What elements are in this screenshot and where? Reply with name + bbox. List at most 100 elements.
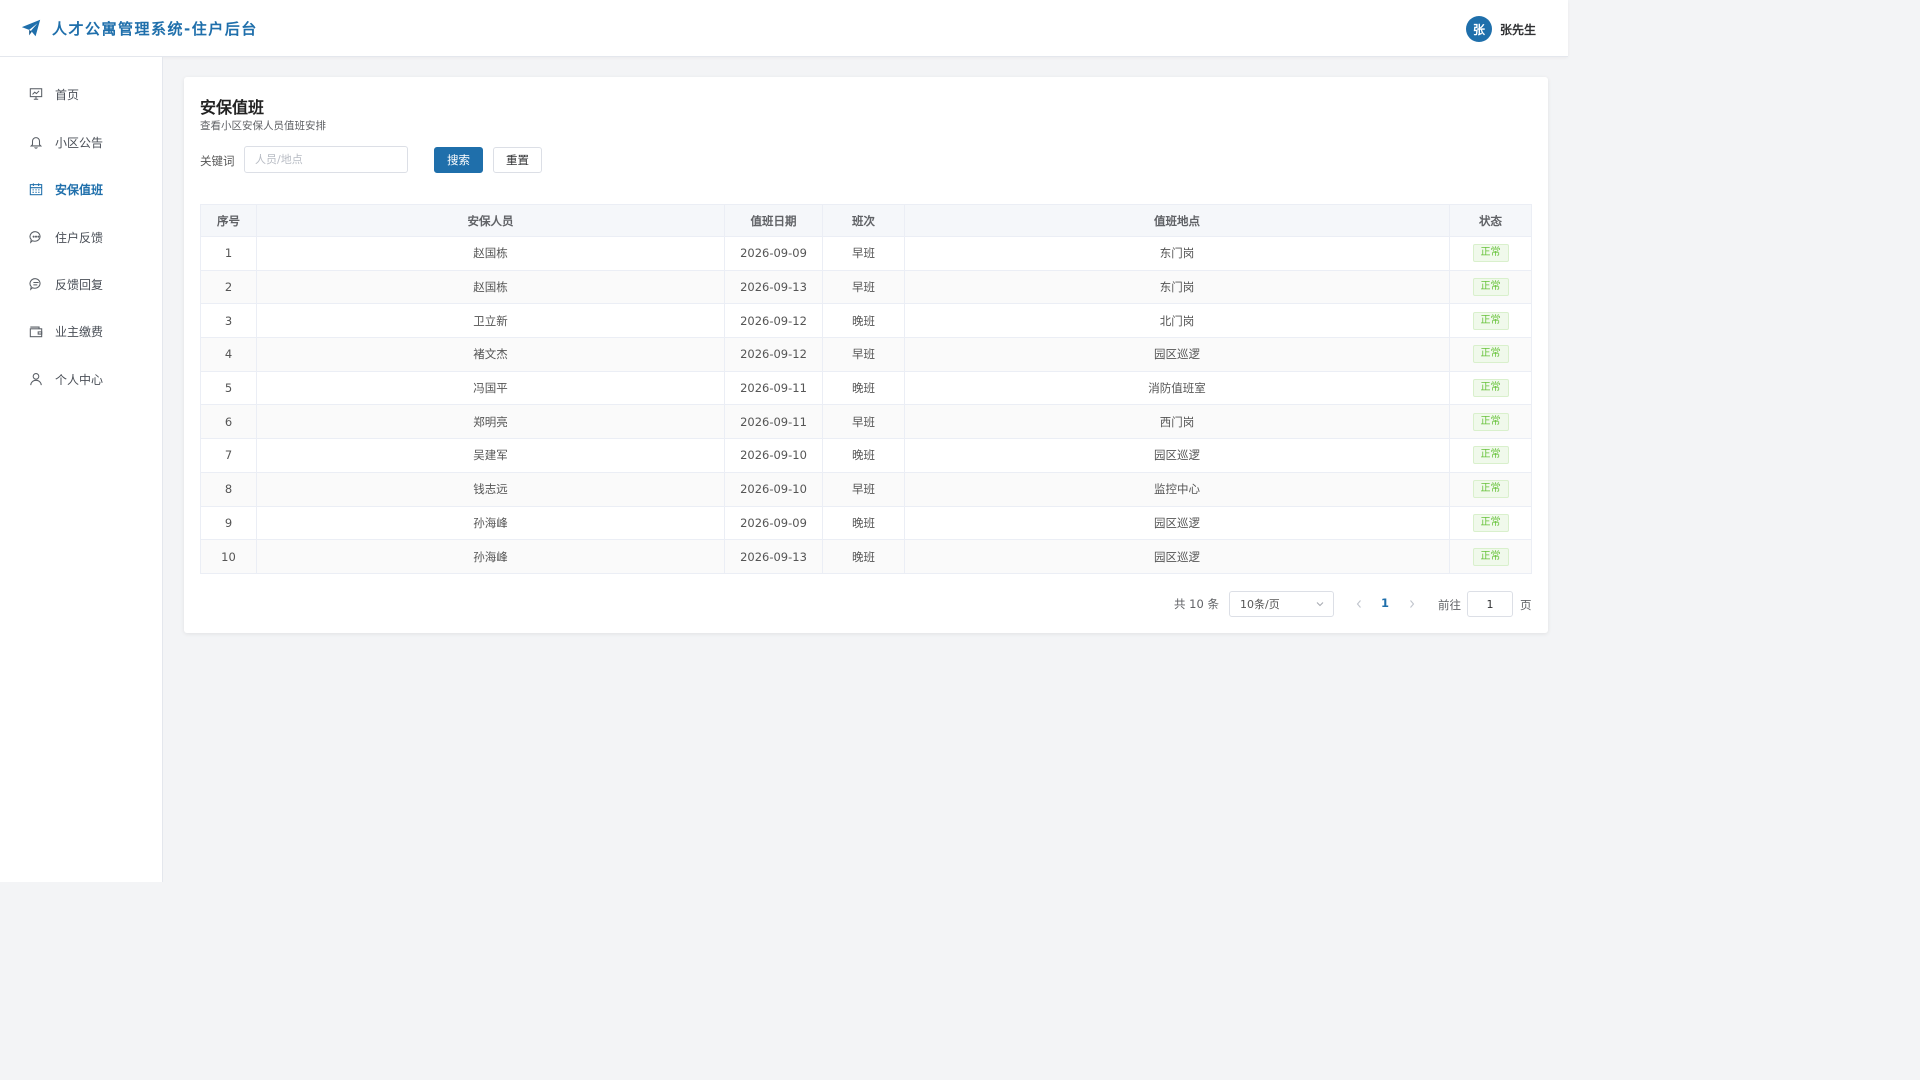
table-row[interactable]: 7 吴建军 2026-09-10 晚班 园区巡逻 正常 [200, 438, 1532, 473]
user-name[interactable]: 张先生 [1500, 21, 1536, 38]
brand[interactable]: 人才公寓管理系统-住户后台 [20, 17, 258, 39]
pagination-total: 共 10 条 [1174, 597, 1219, 611]
cell-shift: 晚班 [822, 303, 905, 339]
cell-index: 2 [200, 269, 257, 305]
bell-icon [28, 135, 43, 150]
page-suffix-label: 页 [1520, 598, 1532, 612]
column-header-status[interactable]: 状态 [1449, 204, 1532, 237]
goto-page-input[interactable] [1467, 591, 1513, 617]
page-title: 安保值班 [200, 98, 265, 117]
page-size-value: 10条/页 [1240, 598, 1280, 611]
cell-shift: 晚班 [822, 370, 905, 406]
status-badge: 正常 [1472, 345, 1509, 364]
status-badge: 正常 [1472, 311, 1509, 330]
user-menu[interactable]: 张 张先生 [1465, 16, 1536, 42]
column-header-date[interactable]: 值班日期 [724, 204, 823, 237]
cell-person: 钱志远 [256, 471, 725, 507]
cell-shift: 早班 [822, 269, 905, 305]
cell-index: 8 [200, 471, 257, 507]
keyword-label: 关键词 [200, 154, 235, 168]
cell-shift: 早班 [822, 337, 905, 372]
sidebar-item-payment[interactable]: 业主缴费 [0, 316, 162, 346]
table-header-row: 序号 安保人员 值班日期 班次 值班地点 状态 [200, 204, 1532, 237]
cell-index: 6 [200, 404, 257, 440]
cell-status: 正常 [1449, 404, 1532, 440]
chevron-down-icon [1315, 599, 1325, 612]
cell-location: 消防值班室 [904, 370, 1450, 406]
table-row[interactable]: 2 赵国栋 2026-09-13 早班 东门岗 正常 [200, 269, 1532, 305]
cell-date: 2026-09-13 [724, 539, 823, 574]
column-header-shift[interactable]: 班次 [822, 204, 905, 237]
sidebar-item-notices[interactable]: 小区公告 [0, 127, 162, 157]
cell-location: 东门岗 [904, 269, 1450, 305]
sidebar-item-label: 反馈回复 [55, 277, 104, 292]
status-badge: 正常 [1472, 480, 1509, 499]
status-badge: 正常 [1472, 446, 1509, 465]
table-row[interactable]: 1 赵国栋 2026-09-09 早班 东门岗 正常 [200, 236, 1532, 271]
page-number-current[interactable]: 1 [1377, 596, 1393, 610]
sidebar-item-profile[interactable]: 个人中心 [0, 364, 162, 394]
table-row[interactable]: 5 冯国平 2026-09-11 晚班 消防值班室 正常 [200, 370, 1532, 406]
table-row[interactable]: 3 卫立新 2026-09-12 晚班 北门岗 正常 [200, 303, 1532, 339]
table-row[interactable]: 6 郑明亮 2026-09-11 早班 西门岗 正常 [200, 404, 1532, 440]
cell-index: 5 [200, 370, 257, 406]
column-header-index[interactable]: 序号 [200, 204, 257, 237]
sidebar-item-label: 个人中心 [55, 372, 104, 387]
cell-status: 正常 [1449, 269, 1532, 305]
cell-date: 2026-09-10 [724, 438, 823, 473]
cell-shift: 早班 [822, 471, 905, 507]
calendar-icon [28, 182, 43, 197]
cell-location: 园区巡逻 [904, 539, 1450, 574]
chat-bubble-icon [28, 230, 43, 245]
cell-location: 园区巡逻 [904, 505, 1450, 541]
cell-status: 正常 [1449, 236, 1532, 271]
cell-person: 冯国平 [256, 370, 725, 406]
table-row[interactable]: 10 孙海峰 2026-09-13 晚班 园区巡逻 正常 [200, 539, 1532, 574]
user-icon [28, 372, 43, 387]
cell-index: 7 [200, 438, 257, 473]
cell-status: 正常 [1449, 505, 1532, 541]
status-badge: 正常 [1472, 278, 1509, 297]
sidebar-item-label: 安保值班 [55, 182, 104, 197]
cell-person: 卫立新 [256, 303, 725, 339]
column-header-person[interactable]: 安保人员 [256, 204, 725, 237]
page-subtitle: 查看小区安保人员值班安排 [200, 120, 326, 132]
cell-status: 正常 [1449, 370, 1532, 406]
sidebar-item-security-duty[interactable]: 安保值班 [0, 174, 162, 204]
cell-date: 2026-09-09 [724, 505, 823, 541]
status-badge: 正常 [1472, 244, 1509, 263]
top-header: 人才公寓管理系统-住户后台 张 张先生 [0, 0, 1568, 57]
cell-date: 2026-09-13 [724, 269, 823, 305]
cell-person: 孙海峰 [256, 505, 725, 541]
reset-button[interactable]: 重置 [493, 147, 542, 173]
search-button[interactable]: 搜索 [434, 147, 483, 173]
keyword-search-input[interactable] [244, 146, 408, 173]
cell-shift: 晚班 [822, 438, 905, 473]
sidebar-item-home[interactable]: 首页 [0, 79, 162, 109]
cell-status: 正常 [1449, 438, 1532, 473]
page-size-select[interactable]: 10条/页 [1229, 591, 1334, 617]
next-page-button[interactable] [1405, 596, 1419, 612]
sidebar-item-label: 首页 [55, 87, 80, 102]
sidebar-item-feedback-reply[interactable]: 反馈回复 [0, 269, 162, 299]
cell-shift: 早班 [822, 236, 905, 271]
status-badge: 正常 [1472, 547, 1509, 566]
prev-page-button[interactable] [1352, 596, 1366, 612]
status-badge: 正常 [1472, 513, 1509, 532]
cell-shift: 晚班 [822, 505, 905, 541]
status-badge: 正常 [1472, 412, 1509, 431]
sidebar: 首页 小区公告 安保值班 住户反馈 反馈回复 业主缴费 个人中心 [0, 57, 163, 882]
status-badge: 正常 [1472, 379, 1509, 398]
avatar[interactable]: 张 [1465, 16, 1492, 42]
sidebar-item-label: 小区公告 [55, 135, 104, 150]
chevron-right-icon [1410, 600, 1415, 608]
sidebar-item-label: 业主缴费 [55, 324, 104, 339]
sidebar-item-feedback[interactable]: 住户反馈 [0, 222, 162, 252]
cell-person: 赵国栋 [256, 269, 725, 305]
column-header-location[interactable]: 值班地点 [904, 204, 1450, 237]
table-row[interactable]: 4 褚文杰 2026-09-12 早班 园区巡逻 正常 [200, 337, 1532, 372]
table-row[interactable]: 9 孙海峰 2026-09-09 晚班 园区巡逻 正常 [200, 505, 1532, 541]
cell-index: 1 [200, 236, 257, 271]
chat-reply-icon [28, 277, 43, 292]
table-row[interactable]: 8 钱志远 2026-09-10 早班 监控中心 正常 [200, 471, 1532, 507]
